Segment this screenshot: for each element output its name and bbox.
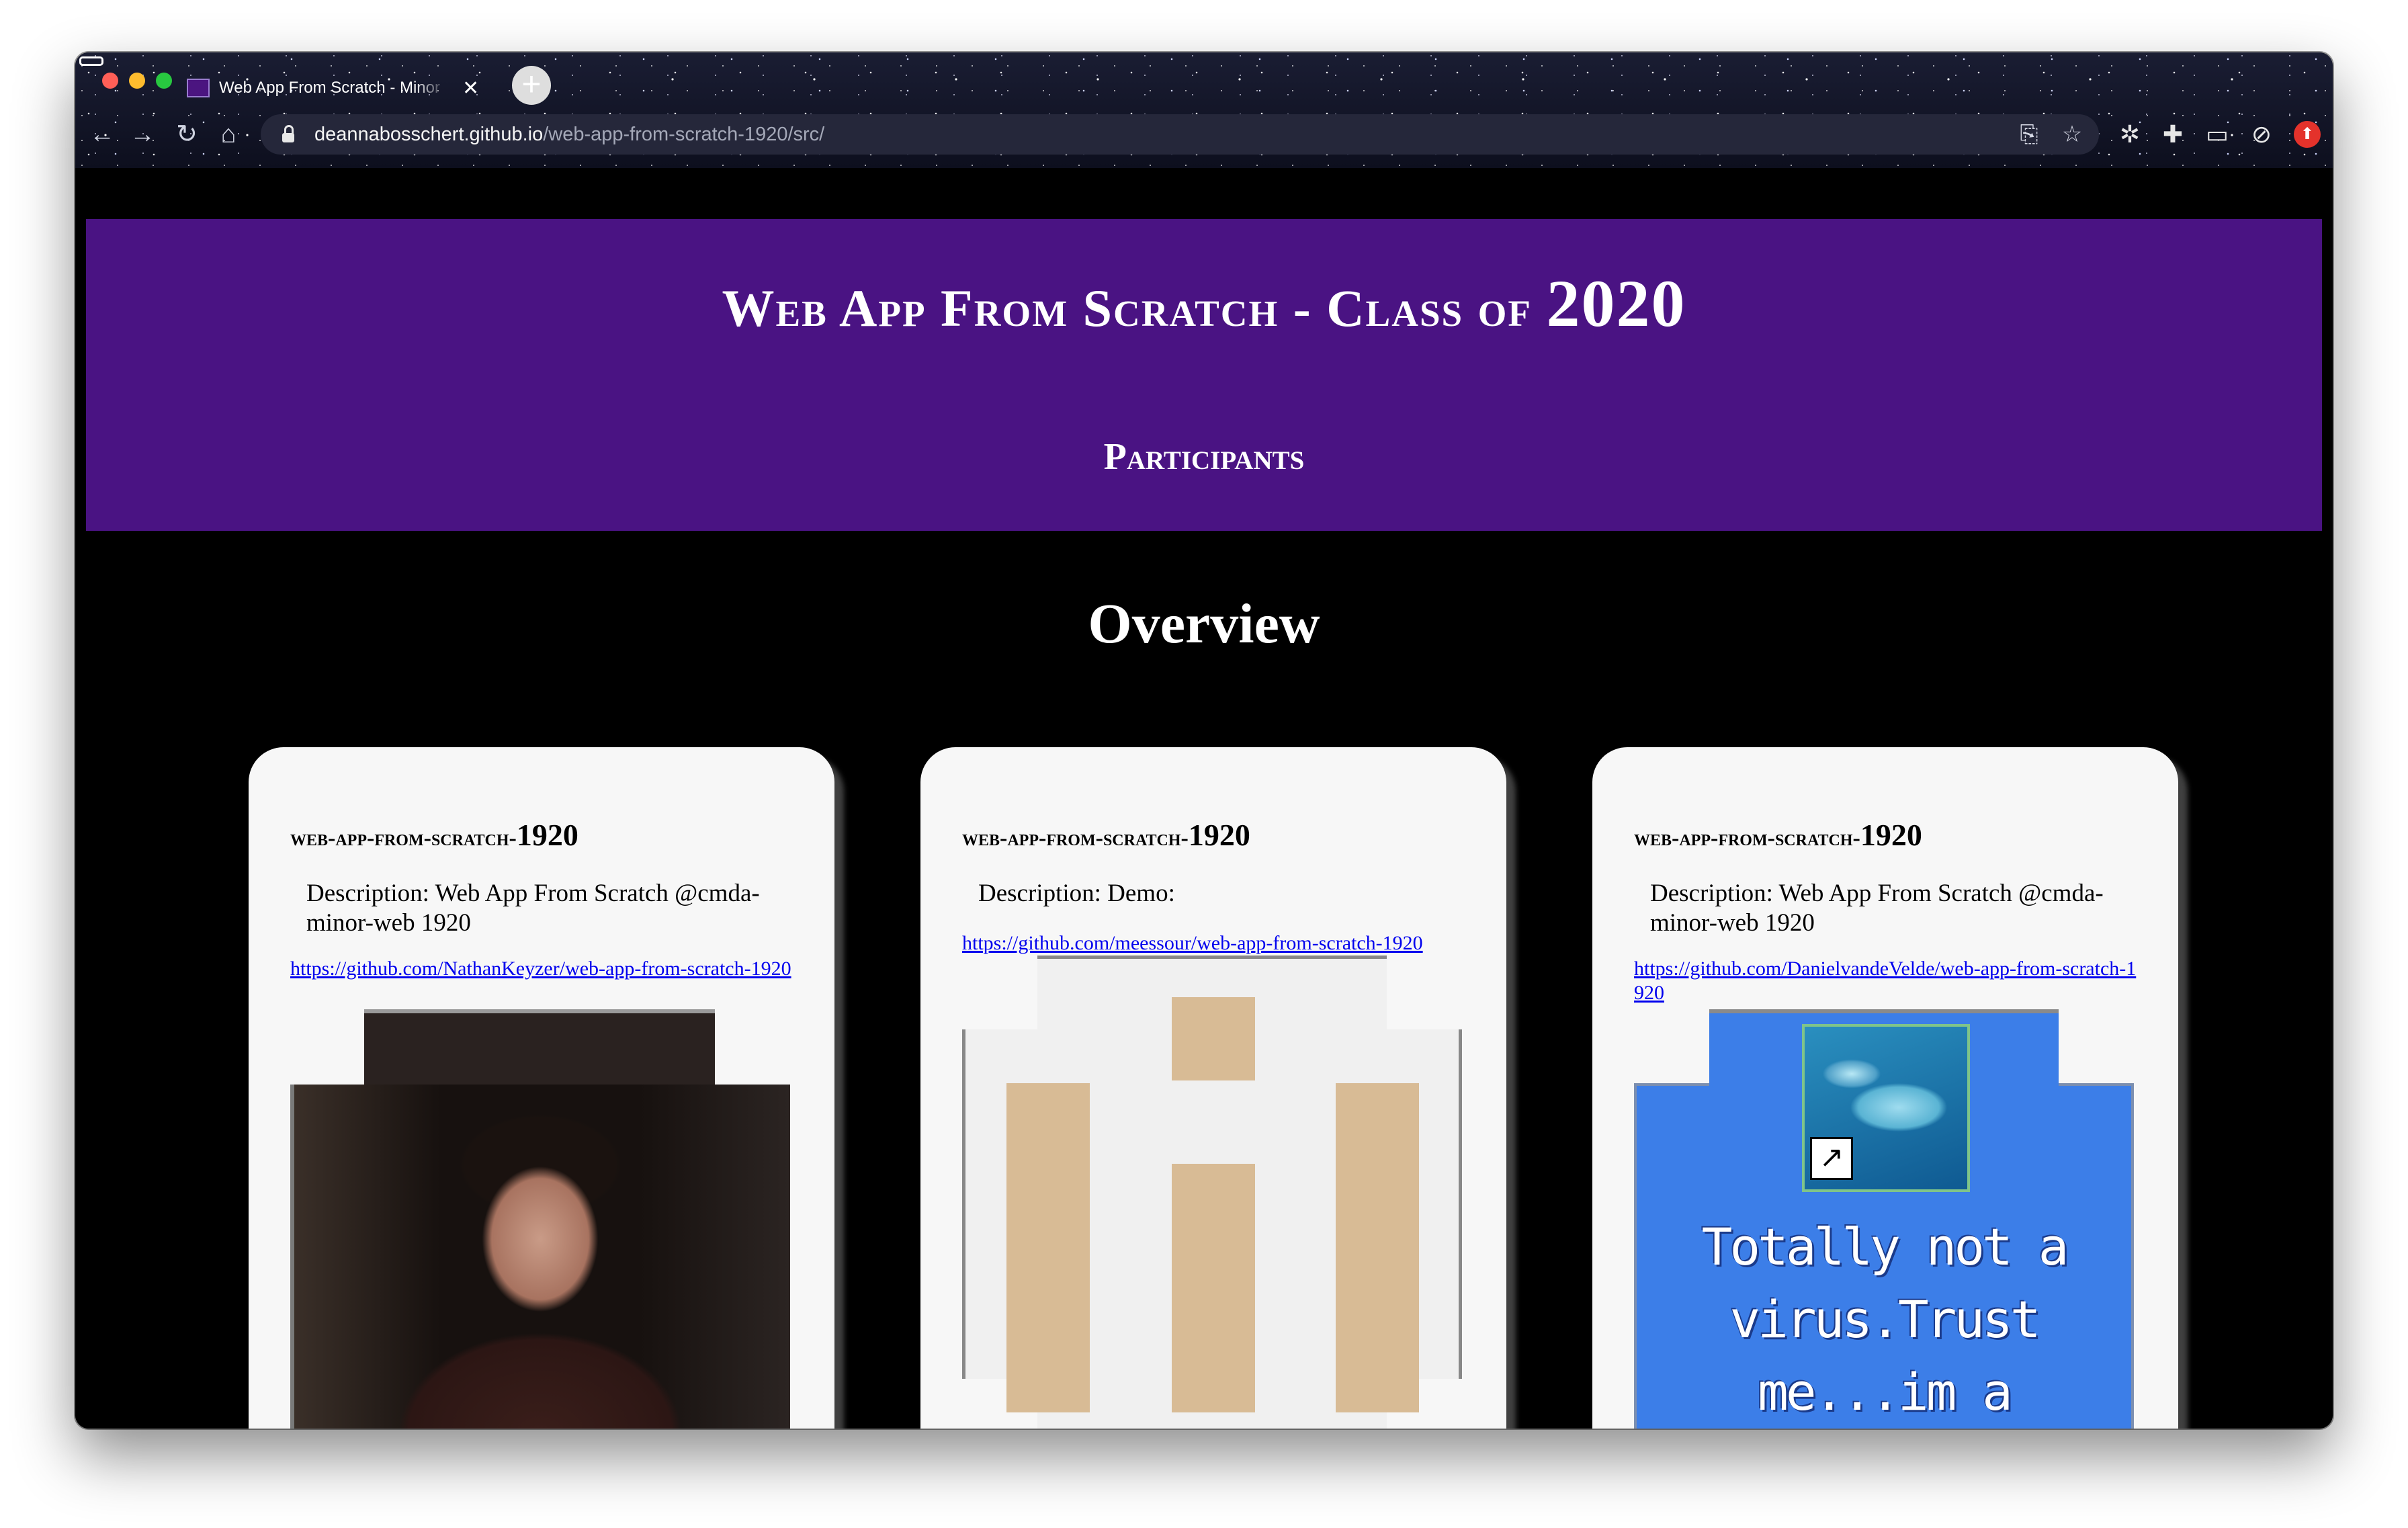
dolphin-caption-line: Totally not a [1701, 1217, 2069, 1277]
cast-icon[interactable]: ▭ [2198, 116, 2236, 153]
link-icon[interactable]: ⊘ [2243, 116, 2280, 153]
hero-header: Web App From Scratch - Class of 2020 Par… [86, 219, 2322, 531]
card-title-text: web-app-from-scratch- [290, 826, 517, 851]
page-title-text: Web App From Scratch - Class of [722, 279, 1533, 337]
dolphin-meme: ↗ Totally not a virus.Trust me...im a do… [1634, 1009, 2134, 1429]
close-window-button[interactable] [102, 73, 118, 89]
lock-icon [282, 125, 294, 142]
tab-title: Web App From Scratch - Minor [219, 79, 440, 97]
overview-heading: Overview [1088, 593, 1320, 655]
card-description: Description: Demo: [978, 880, 1175, 907]
repo-card: web-app-from-scratch-1920 Description: W… [249, 747, 834, 1429]
participants-heading: Participants [1103, 436, 1305, 478]
card-title-text: web-app-from-scratch- [962, 826, 1189, 851]
card-title: web-app-from-scratch-1920 [1634, 817, 1922, 853]
window-mini-icon[interactable] [79, 56, 103, 66]
repo-card: web-app-from-scratch-1920 Description: W… [1592, 747, 2178, 1429]
back-icon[interactable]: ← [83, 116, 121, 153]
browser-chrome: Web App From Scratch - Minor ✕ + ← → ↻ ⌂… [75, 52, 2333, 168]
card-title-number: 1920 [516, 818, 578, 852]
home-icon[interactable]: ⌂ [210, 116, 247, 153]
profile-icon[interactable]: ⬆ [2294, 121, 2321, 148]
extensions-icon[interactable]: ✚ [2154, 116, 2192, 153]
dolphin-caption: Totally not a virus.Trust me...im a dolp… [1634, 1211, 2134, 1429]
url-host: deannabosschert.github.io [314, 123, 544, 145]
new-tab-button[interactable]: + [512, 66, 551, 105]
address-bar[interactable]: deannabosschert.github.io/web-app-from-s… [261, 114, 2099, 155]
dolphin-caption-line: virus.Trust [1729, 1289, 2040, 1349]
tab-favicon-icon [187, 79, 210, 97]
page-viewport[interactable]: Web App From Scratch - Class of 2020 Par… [75, 168, 2333, 1429]
repo-link[interactable]: https://github.com/DanielvandeVelde/web-… [1634, 957, 2145, 1005]
url-text[interactable]: deannabosschert.github.io/web-app-from-s… [314, 124, 824, 146]
repo-link[interactable]: https://github.com/meessour/web-app-from… [962, 931, 1473, 956]
card-description: Description: Web App From Scratch @cmda-… [306, 880, 760, 937]
repo-card: web-app-from-scratch-1920 Description: D… [920, 747, 1506, 1429]
tab-close-icon[interactable]: ✕ [462, 77, 479, 100]
browser-tab[interactable]: Web App From Scratch - Minor ✕ [187, 67, 496, 109]
card-title: web-app-from-scratch-1920 [962, 817, 1250, 853]
browser-window: Web App From Scratch - Minor ✕ + ← → ↻ ⌂… [75, 52, 2333, 1429]
card-title-text: web-app-from-scratch- [1634, 826, 1860, 851]
dolphin-caption-line: me...im a [1758, 1362, 2013, 1422]
pixel-info-icon [962, 956, 1462, 1429]
settings-icon[interactable]: ✲ [2111, 116, 2149, 153]
star-icon[interactable]: ☆ [2056, 118, 2088, 151]
page-title-year: 2020 [1546, 266, 1686, 341]
repo-link[interactable]: https://github.com/NathanKeyzer/web-app-… [290, 957, 801, 981]
zoom-window-button[interactable] [156, 73, 172, 89]
reload-icon[interactable]: ↻ [168, 116, 206, 153]
translate-icon[interactable]: ⎘ [2013, 118, 2045, 151]
card-title-number: 1920 [1860, 818, 1922, 852]
forward-icon[interactable]: → [124, 116, 161, 153]
card-title-number: 1920 [1188, 818, 1250, 852]
minimize-window-button[interactable] [129, 73, 145, 89]
page-title: Web App From Scratch - Class of 2020 [86, 265, 2322, 342]
profile-photo [290, 1009, 790, 1429]
url-path: /web-app-from-scratch-1920/src/ [543, 123, 825, 145]
card-description: Description: Web App From Scratch @cmda-… [1650, 880, 2104, 937]
card-title: web-app-from-scratch-1920 [290, 817, 578, 853]
